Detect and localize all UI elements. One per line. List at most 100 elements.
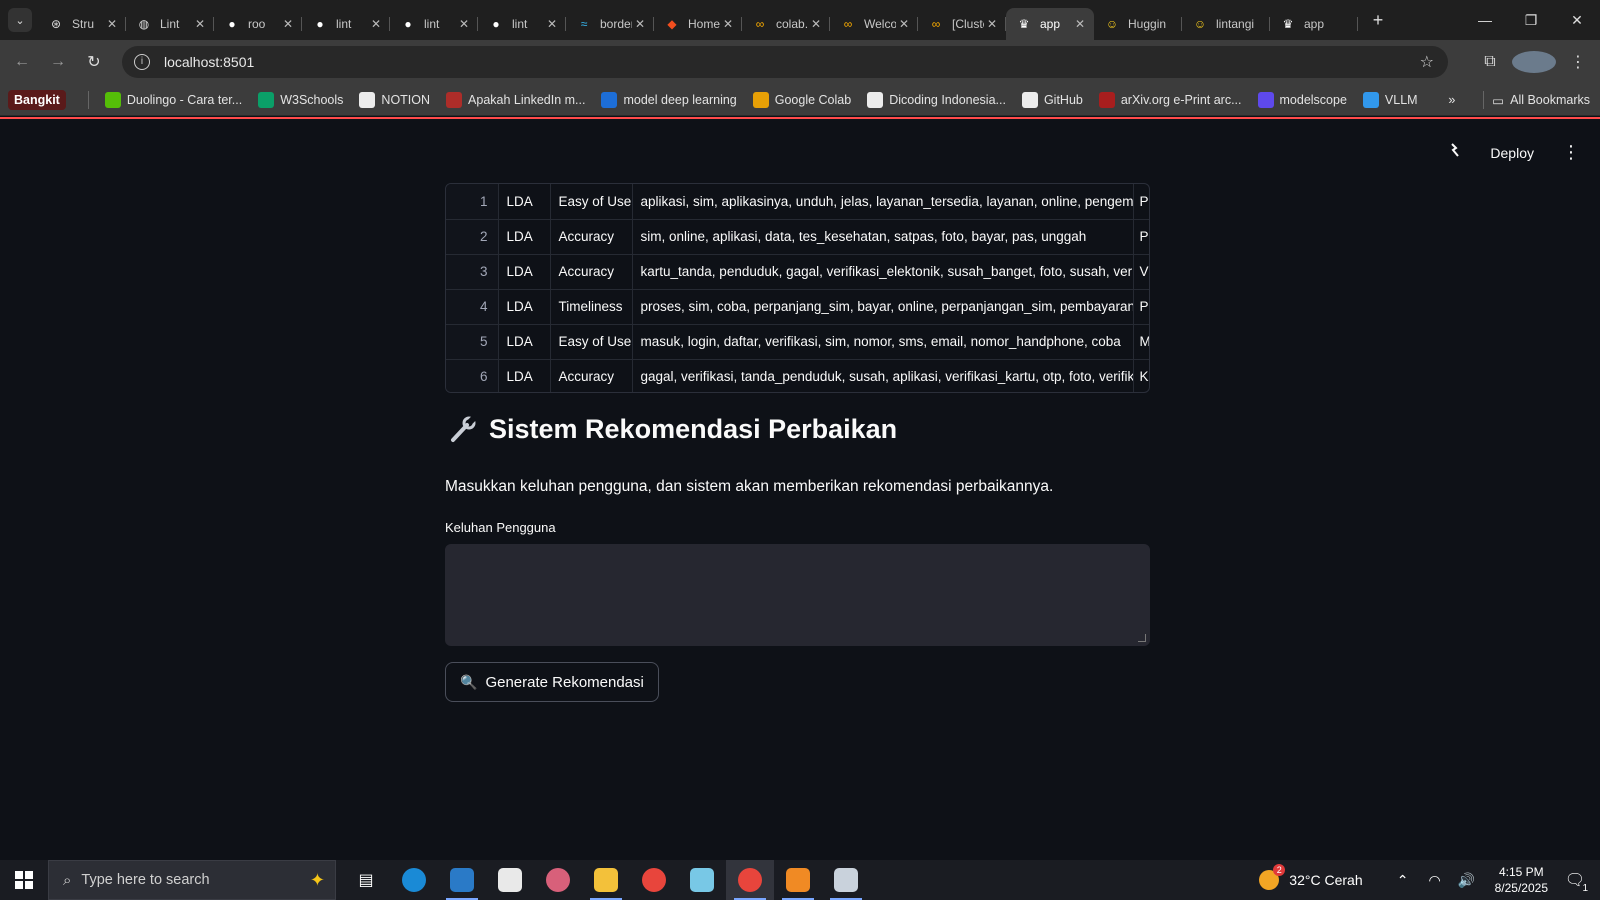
table-cell-keywords[interactable]: kartu_tanda, penduduk, gagal, verifikasi… [632, 254, 1134, 290]
table-cell-method[interactable]: LDA [498, 254, 551, 290]
task-view-icon[interactable]: ▤ [342, 860, 390, 900]
all-bookmarks-button[interactable]: All Bookmarks [1510, 93, 1590, 107]
table-cell-aspect[interactable]: Easy of Use [550, 184, 633, 220]
table-cell-idx[interactable]: 4 [446, 289, 499, 325]
start-button[interactable] [0, 860, 48, 900]
table-cell-method[interactable]: LDA [498, 289, 551, 325]
table-cell-aspect[interactable]: Easy of Use [550, 324, 633, 360]
taskbar-search[interactable]: ⌕ Type here to search ✦ [48, 860, 336, 900]
bookmark-item[interactable]: Google Colab [745, 91, 859, 108]
browser-tab[interactable]: ∞ colab.g✕ [742, 8, 830, 40]
show-hidden-icons[interactable]: ⌃ [1387, 872, 1419, 889]
browser-tab[interactable]: ◆ Home -✕ [654, 8, 742, 40]
reload-button[interactable]: ↻ [76, 52, 112, 72]
close-tab-icon[interactable]: ✕ [984, 17, 1000, 31]
close-tab-icon[interactable]: ✕ [192, 17, 208, 31]
microsoft-store-icon[interactable] [486, 860, 534, 900]
browser-tab[interactable]: ☺ lintangi [1182, 8, 1270, 40]
close-tab-icon[interactable]: ✕ [808, 17, 824, 31]
profile-avatar[interactable] [1512, 51, 1556, 73]
bookmark-item[interactable]: modelscope [1250, 91, 1355, 108]
file-explorer-icon[interactable] [582, 860, 630, 900]
bookmark-item[interactable]: GitHub [1014, 91, 1091, 108]
table-cell-keywords[interactable]: proses, sim, coba, perpanjang_sim, bayar… [632, 289, 1134, 325]
volume-icon[interactable]: 🔊 [1451, 872, 1483, 889]
minimize-button[interactable]: — [1462, 0, 1508, 40]
table-cell-idx[interactable]: 6 [446, 359, 499, 392]
browser-tab[interactable]: ≈ border-✕ [566, 8, 654, 40]
restore-button[interactable]: ❐ [1508, 0, 1554, 40]
results-table[interactable]: 1 LDA Easy of Use aplikasi, sim, aplikasiny… [445, 183, 1150, 393]
browser-tab[interactable]: ∞ [Cluster✕ [918, 8, 1006, 40]
bookmark-item[interactable]: arXiv.org e-Print arc... [1091, 91, 1250, 108]
browser-tab[interactable]: ● roo ✕ [214, 8, 302, 40]
notepad-icon[interactable] [678, 860, 726, 900]
table-cell-keywords[interactable]: sim, online, aplikasi, data, tes_kesehat… [632, 219, 1134, 255]
table-cell-idx[interactable]: 2 [446, 219, 499, 255]
bookmark-item[interactable]: Dicoding Indonesia... [859, 91, 1014, 108]
deploy-button[interactable]: Deploy [1490, 145, 1534, 161]
browser-tab[interactable]: ♛ app ✕ [1006, 8, 1094, 40]
close-tab-icon[interactable]: ✕ [104, 17, 120, 31]
bookmark-item[interactable]: W3Schools [250, 91, 351, 108]
new-tab-button[interactable]: + [1364, 10, 1392, 31]
close-tab-icon[interactable]: ✕ [456, 17, 472, 31]
app-menu-icon[interactable]: ⋮ [1562, 142, 1580, 163]
close-tab-icon[interactable]: ✕ [896, 17, 912, 31]
table-cell-keywords[interactable]: gagal, verifikasi, tanda_penduduk, susah… [632, 359, 1134, 392]
table-cell-idx[interactable]: 1 [446, 184, 499, 220]
close-tab-icon[interactable]: ✕ [720, 17, 736, 31]
pdf-editor-icon[interactable] [774, 860, 822, 900]
paint-icon[interactable] [534, 860, 582, 900]
browser-menu-icon[interactable]: ⋮ [1556, 52, 1600, 72]
table-cell-method[interactable]: LDA [498, 219, 551, 255]
table-cell-aspect[interactable]: Accuracy [550, 359, 633, 392]
table-cell-idx[interactable]: 5 [446, 324, 499, 360]
bookmarks-overflow-button[interactable]: » [1448, 93, 1455, 107]
snipping-tool-icon[interactable] [822, 860, 870, 900]
browser-tab[interactable]: ∞ Welcom✕ [830, 8, 918, 40]
table-cell-aspect[interactable]: Accuracy [550, 254, 633, 290]
resize-handle[interactable] [1138, 634, 1146, 642]
chrome-icon[interactable] [630, 860, 678, 900]
table-cell-aspect[interactable]: Timeliness [550, 289, 633, 325]
table-cell-extra[interactable]: V [1133, 254, 1149, 290]
bookmark-star-icon[interactable]: ☆ [1420, 52, 1434, 72]
close-tab-icon[interactable]: ✕ [632, 17, 648, 31]
notification-center-icon[interactable]: 🗨 1 [1560, 870, 1590, 894]
extensions-icon[interactable]: ⧉ [1468, 53, 1512, 71]
close-tab-icon[interactable]: ✕ [1072, 17, 1088, 31]
back-button[interactable]: ← [4, 53, 40, 71]
table-cell-extra[interactable]: P [1133, 289, 1149, 325]
bookmark-item[interactable]: VLLM [1355, 91, 1426, 108]
table-cell-method[interactable]: LDA [498, 359, 551, 392]
browser-tab[interactable]: ● lint ✕ [478, 8, 566, 40]
tab-search-button[interactable]: ⌄ [8, 8, 32, 32]
close-tab-icon[interactable]: ✕ [280, 17, 296, 31]
table-cell-extra[interactable]: K [1133, 359, 1149, 392]
table-cell-keywords[interactable]: masuk, login, daftar, verifikasi, sim, n… [632, 324, 1134, 360]
bookmark-item[interactable]: model deep learning [593, 91, 744, 108]
browser-tab[interactable]: ● lint ✕ [390, 8, 478, 40]
table-cell-method[interactable]: LDA [498, 184, 551, 220]
generate-recommendation-button[interactable]: 🔍 Generate Rekomendasi [445, 662, 659, 702]
edge-icon[interactable] [390, 860, 438, 900]
clock[interactable]: 4:15 PM 8/25/2025 [1495, 864, 1548, 896]
table-cell-extra[interactable]: M [1133, 324, 1149, 360]
bookmark-item[interactable]: NOTION [351, 91, 438, 108]
browser-tab[interactable]: ⊛ Stru ✕ [38, 8, 126, 40]
site-info-icon[interactable]: i [134, 54, 150, 70]
bookmark-item[interactable]: Duolingo - Cara ter... [97, 91, 250, 108]
complaint-textarea[interactable] [445, 544, 1150, 646]
close-tab-icon[interactable]: ✕ [368, 17, 384, 31]
vscode-icon[interactable] [438, 860, 486, 900]
bookmark-item[interactable]: Apakah LinkedIn m... [438, 91, 593, 108]
browser-tab[interactable]: ◍ Lint ✕ [126, 8, 214, 40]
table-cell-extra[interactable]: P [1133, 184, 1149, 220]
forward-button[interactable]: → [40, 53, 76, 71]
table-cell-aspect[interactable]: Accuracy [550, 219, 633, 255]
wifi-icon[interactable]: ◠ [1419, 872, 1451, 889]
table-cell-extra[interactable]: P [1133, 219, 1149, 255]
table-cell-keywords[interactable]: aplikasi, sim, aplikasinya, unduh, jelas… [632, 184, 1134, 220]
browser-tab[interactable]: ☺ Huggin [1094, 8, 1182, 40]
